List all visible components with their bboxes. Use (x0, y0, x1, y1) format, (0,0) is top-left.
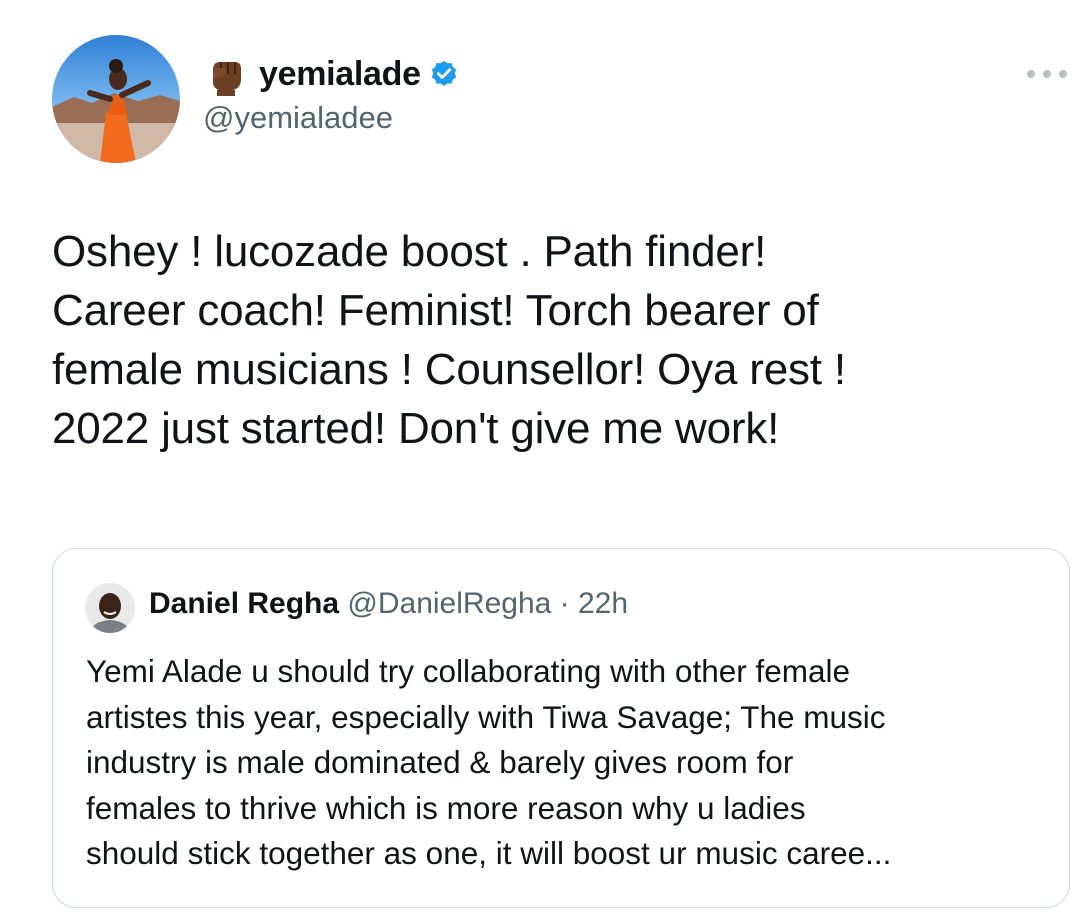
author-avatar[interactable] (52, 35, 180, 163)
author-handle[interactable]: @yemialadee (203, 100, 393, 136)
quoted-separator: · (551, 587, 578, 620)
quoted-display-name[interactable]: Daniel Regha (149, 587, 339, 620)
more-options-icon[interactable] (1027, 60, 1067, 88)
author-display-name[interactable]: yemialade (259, 55, 421, 94)
quoted-handle[interactable]: @DanielRegha (347, 587, 551, 620)
quoted-tweet[interactable]: Daniel Regha @DanielRegha · 22h Yemi Ala… (52, 548, 1070, 908)
quoted-text: Yemi Alade u should try collaborating wi… (86, 653, 892, 871)
quoted-author-avatar[interactable] (85, 583, 135, 633)
verified-badge-icon (431, 60, 456, 86)
quoted-timestamp[interactable]: 22h (578, 587, 628, 620)
tweet-text: Oshey ! lucozade boost . Path finder! Ca… (52, 227, 846, 453)
raised-fist-emoji (213, 62, 241, 96)
